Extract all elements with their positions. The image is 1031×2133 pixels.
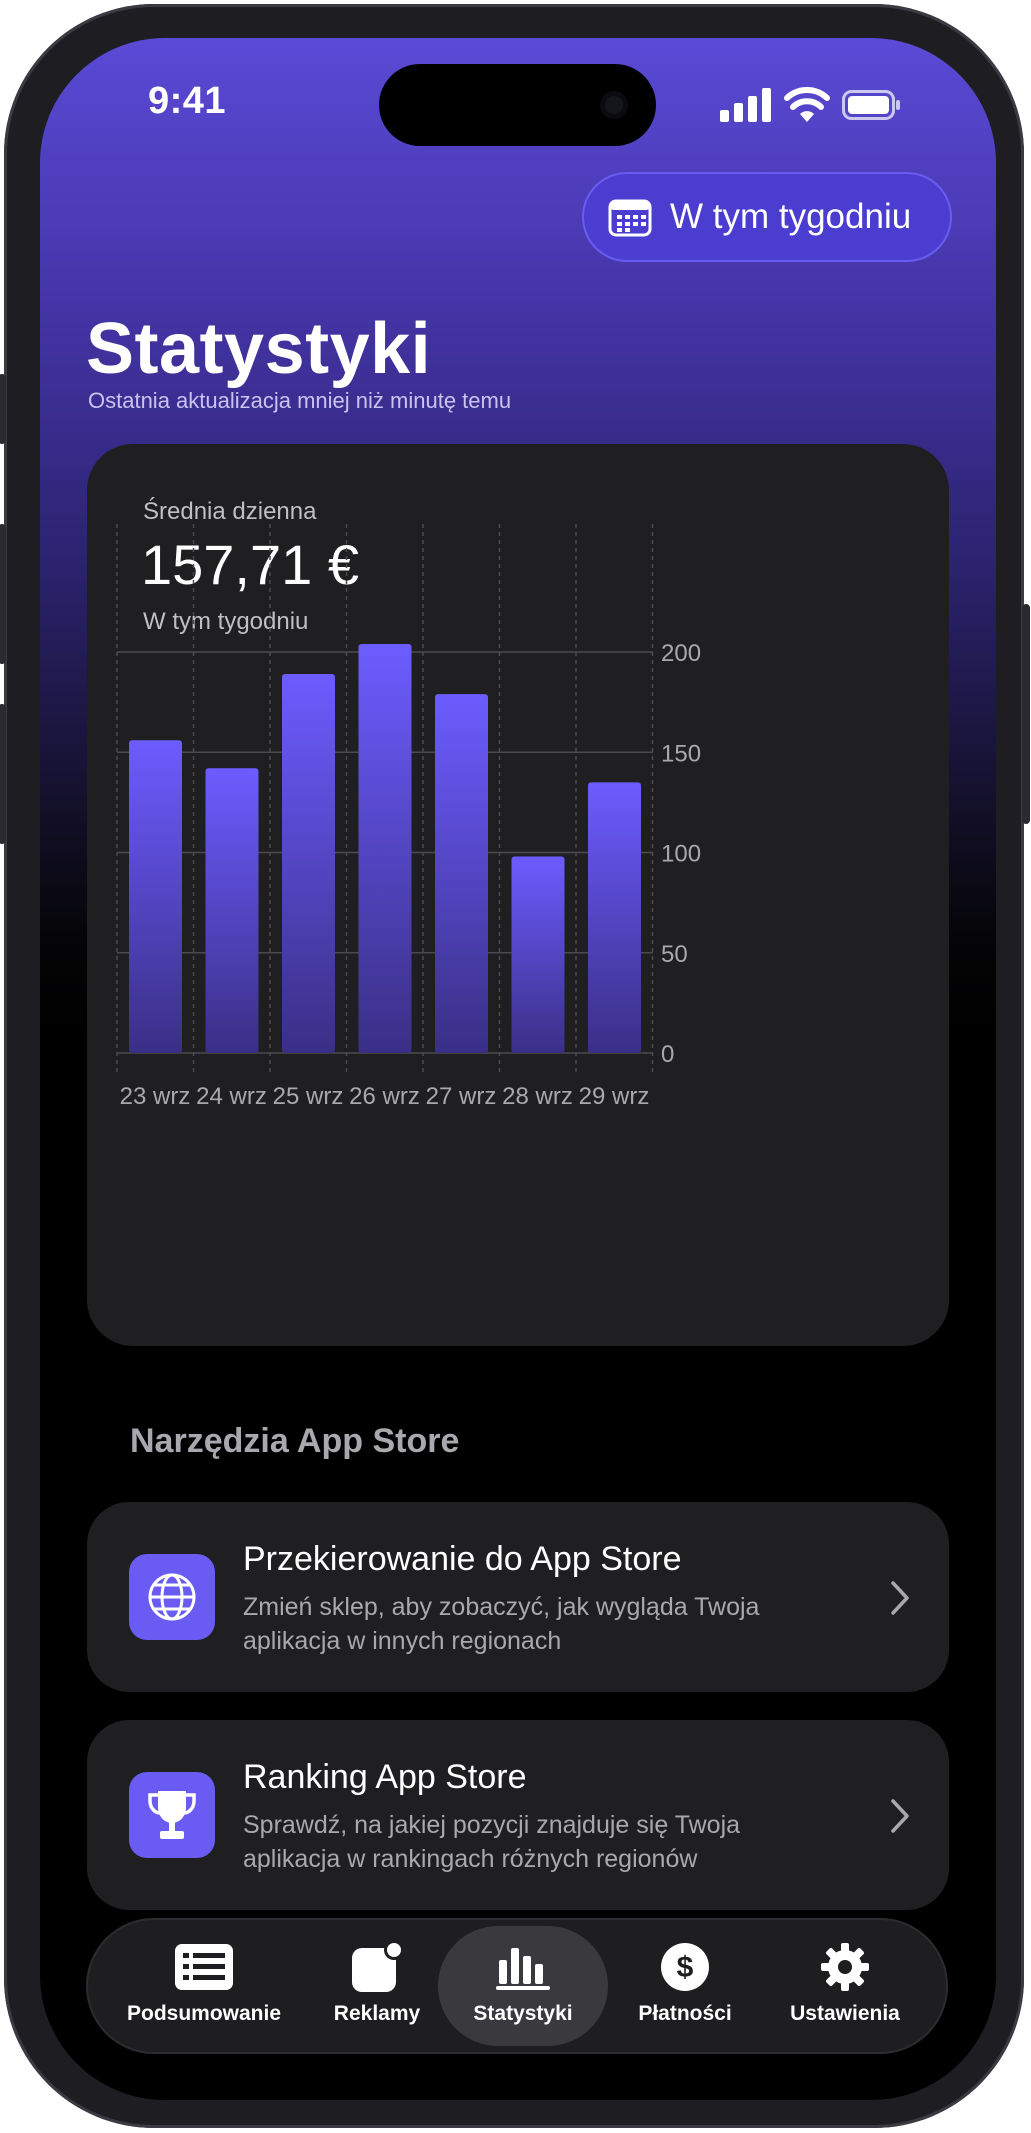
tools-heading: Narzędzia App Store [130,1422,460,1460]
tab-label: Statystyki [473,2002,573,2025]
tab-reklamy[interactable]: Reklamy [306,1918,448,2054]
bar [129,740,182,1053]
svg-text:$: $ [677,1951,694,1984]
x-tick-label: 28 wrz [502,1083,573,1110]
x-tick-label: 26 wrz [349,1083,420,1110]
stats-card: Średnia dzienna 157,71 € W tym tygodniu … [87,444,949,1346]
gear-icon [819,1942,871,1992]
trophy-icon [129,1772,215,1858]
tab-podsumowanie[interactable]: Podsumowanie [106,1918,302,2054]
power-button [1022,604,1030,824]
row-description: Zmień sklep, aby zobaczyć, jak wygląda T… [243,1593,760,1655]
x-tick-label: 27 wrz [426,1083,497,1110]
revenue-bar-chart: 0 50 100 150 200 23 wrz 24 wrz 25 wrz 26 wrz 27 w… [116,524,701,1110]
tab-label: Płatności [638,2002,732,2025]
bar [511,856,565,1053]
page-title: Statystyki [86,309,432,389]
x-tick-label: 25 wrz [273,1083,344,1110]
tab-platnosci[interactable]: $ Płatności [610,1918,760,2054]
dollar-icon: $ [660,1942,710,1992]
period-button-label: W tym tygodniu [670,197,912,236]
wifi-icon [784,87,830,122]
y-tick-label: 50 [661,941,688,968]
bar [435,694,488,1053]
x-tick-label: 23 wrz [120,1083,191,1110]
status-bar: 9:41 [40,64,996,146]
x-tick-label: 24 wrz [196,1083,267,1110]
battery-icon [842,90,900,120]
chevron-right-icon [891,1581,909,1615]
screen: 9:41 W tym tygodniu Statystyki Ostatnia … [40,38,996,2100]
camera-icon [600,91,628,119]
status-time: 9:41 [148,80,227,122]
phone-frame: 9:41 W tym tygodniu Statystyki Ostatnia … [0,4,1030,2128]
bar [282,674,335,1053]
row-title: Przekierowanie do App Store [243,1540,682,1578]
app-store-ranking-row[interactable]: Ranking App Store Sprawdź, na jakiej poz… [87,1720,949,1910]
bar-chart-icon [496,1942,550,1992]
bar [358,643,412,1053]
dynamic-island [379,64,656,146]
tab-statystyki[interactable]: Statystyki [438,1926,608,2046]
globe-icon [129,1554,215,1640]
row-description: Sprawdź, na jakiej pozycji znajduje się … [243,1811,741,1873]
chevron-right-icon [891,1799,909,1833]
period-button[interactable]: W tym tygodniu [582,172,952,262]
x-tick-label: 29 wrz [579,1083,650,1110]
list-icon [175,1942,233,1992]
action-button [0,374,6,444]
tab-label: Reklamy [333,2002,421,2025]
y-tick-label: 0 [661,1041,674,1068]
y-tick-label: 150 [661,740,701,767]
bar [588,782,641,1053]
volume-up-button [0,524,6,664]
calendar-icon [608,199,652,237]
app-store-redirect-row[interactable]: Przekierowanie do App Store Zmień sklep,… [87,1502,949,1692]
y-tick-label: 200 [661,640,701,667]
tab-ustawienia[interactable]: Ustawienia [762,1918,928,2054]
tab-label: Podsumowanie [126,2002,282,2025]
bar [205,768,259,1053]
volume-down-button [0,704,6,844]
tab-bar: Podsumowanie Reklamy Statystyki $ Płatno… [86,1918,948,2054]
y-tick-label: 100 [661,841,701,868]
ads-badge-icon [350,1940,404,1992]
signal-icon [720,88,771,122]
last-update-text: Ostatnia aktualizacja mniej niż minutę t… [88,388,512,413]
row-title: Ranking App Store [243,1758,527,1796]
tab-label: Ustawienia [790,2002,900,2025]
